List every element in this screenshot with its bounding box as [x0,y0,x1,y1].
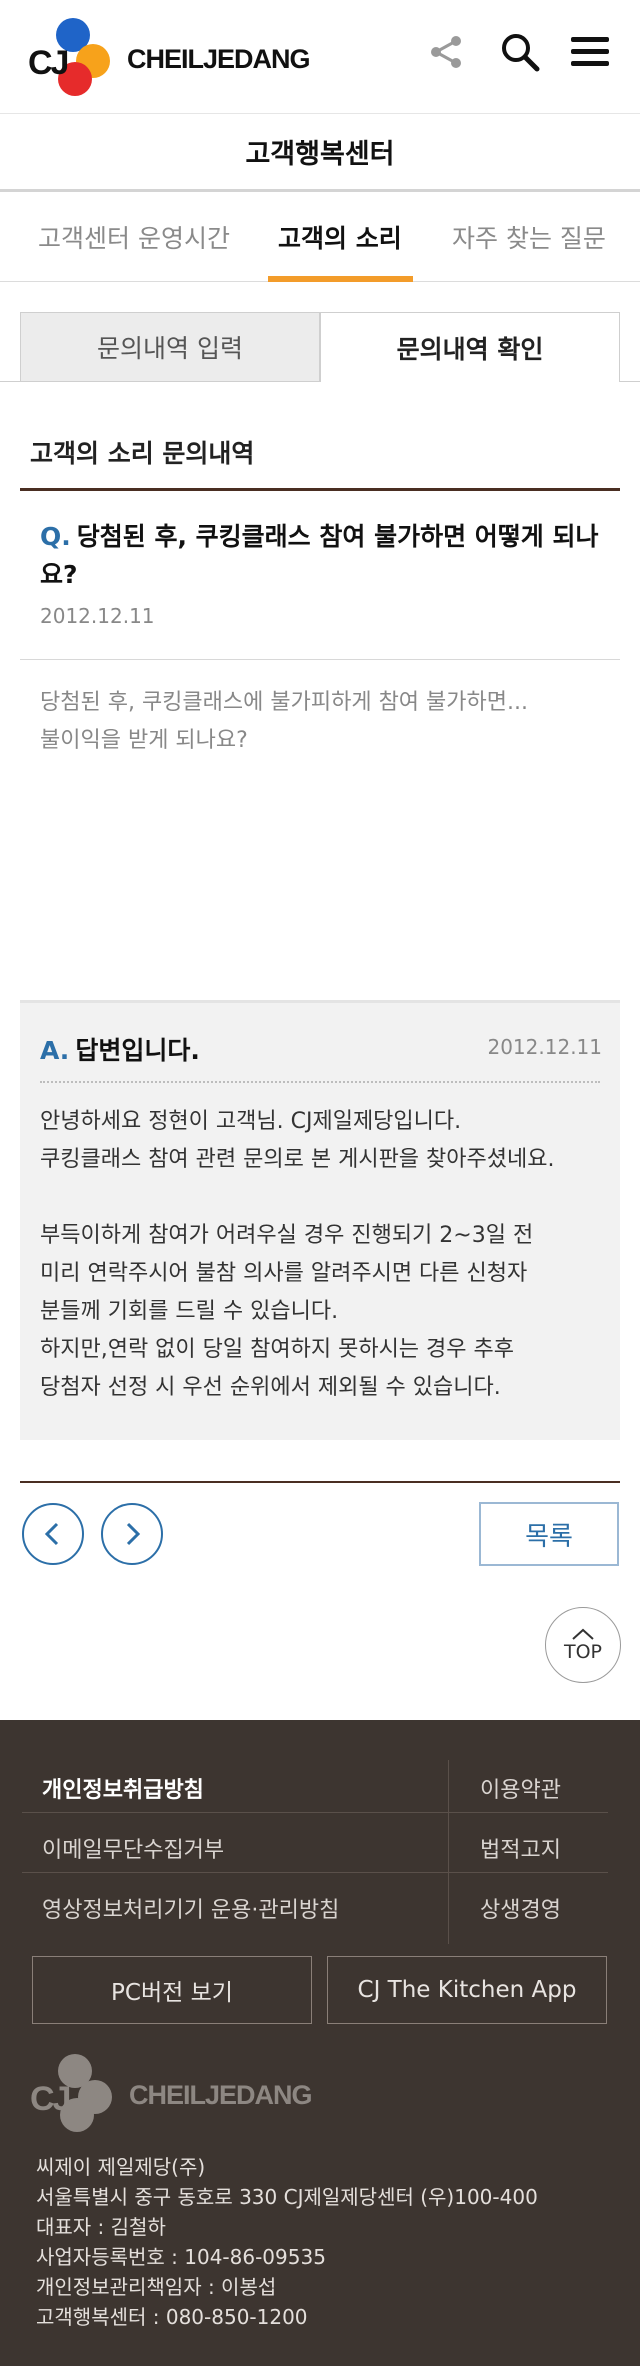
question-date: 2012.12.11 [40,604,155,628]
divider [22,1872,608,1873]
company-info-line: 사업자등록번호 : 104-86-09535 [36,2245,326,2269]
sub-navigation: 고객센터 운영시간 고객의 소리 자주 찾는 질문 [0,192,640,282]
answer-body-line [40,1179,610,1217]
page-title: 고객행복센터 [245,139,395,170]
answer-box: A. 답변입니다. 2012.12.11 안녕하세요 정현이 고객님. CJ제일제… [20,1000,620,1440]
section-title: 고객의 소리 문의내역 [30,439,255,468]
answer-body-line: 당첨자 선정 시 우선 순위에서 제외될 수 있습니다. [40,1375,501,1400]
divider [20,488,620,491]
footer-link-win-win[interactable]: 상생경영 [480,1892,561,1924]
answer-body-line: 분들께 기회를 드릴 수 있습니다. [40,1299,339,1324]
cj-logo-mark: CJ [28,14,123,98]
footer-link-email-refusal[interactable]: 이메일무단수집거부 [42,1832,224,1864]
answer-title-text: 답변입니다. [75,1036,200,1065]
footer-logo-text: CHEILJEDANG [129,2079,313,2110]
chevron-up-icon [572,1628,594,1640]
tab-customer-voice[interactable]: 고객의 소리 [278,192,402,282]
chevron-right-icon [126,1522,141,1546]
answer-body-line: 하지만,연락 없이 당일 참여하지 못하시는 경우 추후 [40,1337,514,1362]
answer-body: 안녕하세요 정현이 고객님. CJ제일제당입니다. 쿠킹클래스 참여 관련 문의… [40,1103,610,1407]
footer-logo-mark: CJ [30,2050,125,2134]
site-footer: 개인정보취급방침 이메일무단수집거부 영상정보처리기기 운용·관리방침 이용약관… [0,1720,640,2366]
divider [448,1760,449,1944]
chevron-left-icon [44,1522,59,1546]
footer-link-cctv-policy[interactable]: 영상정보처리기기 운용·관리방침 [42,1892,339,1924]
footer-link-legal-notice[interactable]: 법적고지 [480,1832,561,1864]
company-info-line: 고객행복센터 : 080-850-1200 [36,2305,308,2329]
share-icon[interactable] [424,30,468,74]
site-header: CJ CHEILJEDANG [0,0,640,114]
divider [620,381,640,382]
company-info-line: 서울특별시 중구 동호로 330 CJ제일제당센터 (우)100-400 [36,2185,538,2209]
answer-prefix: A. [40,1036,70,1065]
footer-logo: CJ CHEILJEDANG [30,2050,313,2134]
cj-cheiljedang-logo[interactable]: CJ CHEILJEDANG [28,14,311,98]
kitchen-app-button[interactable]: CJ The Kitchen App [327,1956,607,2024]
question-body-line: 당첨된 후, 쿠킹클래스에 불가피하게 참여 불가하면... [40,690,528,715]
divider [20,659,620,660]
page-title-bar: 고객행복센터 [0,114,640,192]
divider [22,1812,608,1813]
footer-logo-mark-text: CJ [30,2080,71,2118]
company-info-line: 대표자 : 김철하 [36,2215,166,2239]
scroll-top-button[interactable]: TOP [545,1607,621,1683]
next-button[interactable] [101,1503,163,1565]
divider [20,1481,620,1483]
inquiry-check-button[interactable]: 문의내역 확인 [320,312,620,382]
inquiry-toggle: 문의내역 입력 문의내역 확인 [20,312,620,382]
previous-button[interactable] [22,1503,84,1565]
question-title: Q. 당첨된 후, 쿠킹클래스 참여 불가하면 어떻게 되나요? [40,518,600,594]
tab-operating-hours[interactable]: 고객센터 운영시간 [38,192,230,282]
answer-date: 2012.12.11 [487,1035,602,1059]
answer-title: A. 답변입니다. [40,1031,200,1067]
active-tab-indicator [268,276,413,282]
company-info: 씨제이 제일제당(주) 서울특별시 중구 동호로 330 CJ제일제당센터 (우… [36,2152,538,2332]
dotted-divider [40,1081,600,1083]
divider [0,381,20,382]
question-body: 당첨된 후, 쿠킹클래스에 불가피하게 참여 불가하면... 불이익을 받게 되… [40,684,600,760]
pc-version-button[interactable]: PC버전 보기 [32,1956,312,2024]
answer-body-line: 쿠킹클래스 참여 관련 문의로 본 게시판을 찾아주셨네요. [40,1147,555,1172]
scroll-top-label: TOP [563,1641,603,1663]
company-info-line: 씨제이 제일제당(주) [36,2155,206,2179]
answer-body-line: 미리 연락주시어 불참 의사를 알려주시면 다른 신청자 [40,1261,528,1286]
footer-link-terms[interactable]: 이용약관 [480,1772,561,1804]
answer-body-line: 부득이하게 참여가 어려우실 경우 진행되기 2~3일 전 [40,1223,534,1248]
question-prefix: Q. [40,522,71,551]
company-info-line: 개인정보관리책임자 : 이봉섭 [36,2275,277,2299]
question-body-line: 불이익을 받게 되나요? [40,728,248,753]
inquiry-input-button[interactable]: 문의내역 입력 [20,312,320,382]
logo-text: CHEILJEDANG [127,43,311,74]
question-title-text: 당첨된 후, 쿠킹클래스 참여 불가하면 어떻게 되나요? [40,522,599,589]
list-button[interactable]: 목록 [479,1502,619,1566]
answer-body-line: 안녕하세요 정현이 고객님. CJ제일제당입니다. [40,1109,462,1134]
footer-link-privacy-policy[interactable]: 개인정보취급방침 [42,1772,204,1804]
logo-mark-text: CJ [28,44,69,82]
menu-icon[interactable] [568,30,612,74]
tab-faq[interactable]: 자주 찾는 질문 [452,192,606,282]
search-icon[interactable] [498,30,542,74]
